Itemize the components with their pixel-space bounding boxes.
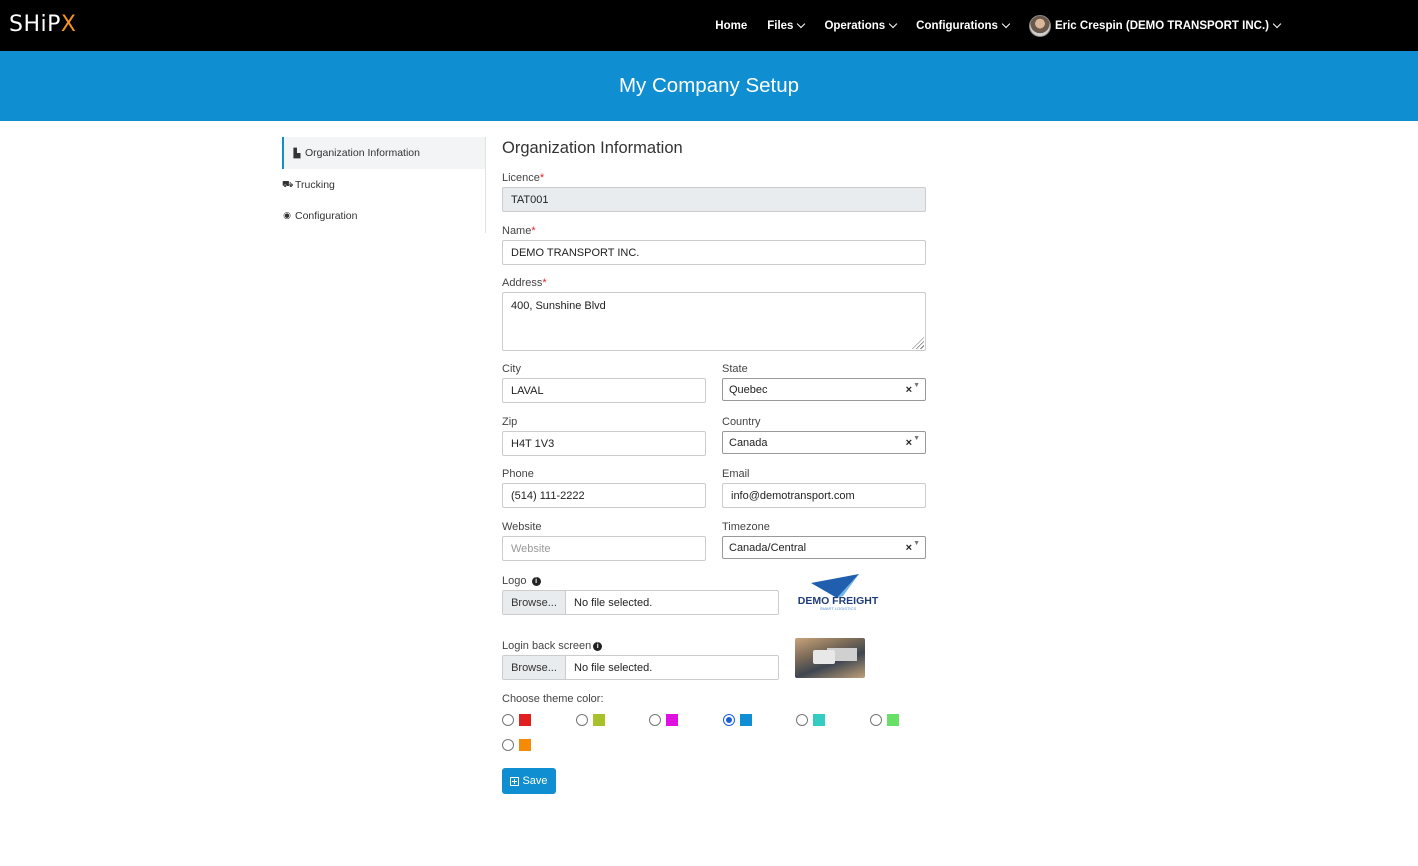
theme-color-radio[interactable] — [722, 714, 735, 726]
login-back-file-input[interactable]: Browse... No file selected. — [502, 655, 779, 680]
country-select[interactable]: Canada × ▼ — [722, 431, 926, 454]
clear-icon[interactable]: × — [906, 437, 912, 449]
timezone-label: Timezone — [722, 521, 770, 533]
theme-color-option[interactable] — [502, 714, 531, 726]
nav-files[interactable]: Files — [767, 19, 806, 32]
address-label: Address* — [502, 277, 547, 289]
theme-color-swatch — [666, 714, 678, 726]
theme-color-swatch — [592, 714, 605, 726]
timezone-select[interactable]: Canada/Central × ▼ — [722, 536, 926, 559]
chevron-down-icon: ▼ — [913, 382, 920, 389]
state-select[interactable]: Quebec × ▼ — [722, 378, 926, 401]
theme-color-swatch — [813, 714, 825, 726]
building-icon: ▙ — [293, 147, 301, 158]
licence-field[interactable]: TAT001 — [502, 187, 926, 212]
website-label: Website — [502, 521, 542, 533]
zip-field[interactable]: H4T 1V3 — [502, 431, 706, 456]
sidebar-item-trucking[interactable]: ⛟ Trucking — [282, 169, 485, 200]
theme-color-radio[interactable] — [502, 739, 514, 751]
info-icon[interactable]: i — [593, 642, 603, 651]
website-field[interactable]: Website — [502, 536, 706, 561]
logo-browse-button[interactable]: Browse... — [503, 591, 566, 614]
login-background-preview — [795, 638, 865, 678]
page-title: My Company Setup — [618, 74, 800, 97]
brand-logo[interactable]: SHiPX — [9, 12, 76, 37]
company-logo-preview: DEMO FREIGHT SMART LOGISTICS — [798, 574, 879, 611]
nav-configurations[interactable]: Configurations — [916, 19, 1011, 32]
logo-label: Logo i — [502, 575, 541, 587]
form-title: Organization Information — [502, 139, 683, 157]
theme-color-radio[interactable] — [869, 714, 882, 726]
theme-color-radio[interactable] — [502, 714, 514, 726]
chevron-down-icon: ▼ — [913, 540, 920, 547]
nav-home[interactable]: Home — [715, 20, 747, 32]
sidebar-item-organization-information[interactable]: ▙ Organization Information — [282, 137, 485, 169]
theme-color-option[interactable] — [869, 714, 899, 726]
resize-handle-icon[interactable] — [912, 337, 924, 349]
theme-color-option[interactable] — [796, 714, 825, 726]
theme-color-label: Choose theme color: — [502, 693, 604, 705]
phone-field[interactable]: (514) 111-2222 — [502, 483, 706, 508]
nav-operations[interactable]: Operations — [824, 19, 898, 32]
chevron-down-icon — [1272, 19, 1282, 28]
login-back-screen-label: Login back screen i — [502, 640, 603, 652]
top-navbar: SHiPX Home Files Operations Configuratio… — [0, 0, 1418, 51]
state-label: State — [722, 363, 748, 375]
logo-file-input[interactable]: Browse... No file selected. — [502, 590, 779, 615]
save-button[interactable]: Save — [502, 768, 556, 794]
theme-color-option[interactable] — [502, 739, 531, 751]
organization-form: Organization Information Licence* TAT001… — [502, 137, 926, 794]
theme-color-swatch — [886, 714, 899, 726]
name-field[interactable]: DEMO TRANSPORT INC. — [502, 240, 926, 265]
avatar — [1028, 14, 1051, 37]
login-back-browse-button[interactable]: Browse... — [503, 656, 566, 679]
nav-menu: Home Files Operations Configurations Eri… — [695, 0, 1282, 51]
globe-icon: ◉ — [283, 210, 291, 220]
user-menu[interactable]: Eric Crespin (DEMO TRANSPORT INC.) — [1028, 14, 1282, 37]
settings-sidebar: ▙ Organization Information ⛟ Trucking ◉ … — [282, 137, 486, 233]
logo-file-name: No file selected. — [574, 596, 653, 609]
svg-text:SMART LOGISTICS: SMART LOGISTICS — [820, 606, 857, 611]
save-icon — [510, 776, 520, 786]
theme-color-radio[interactable] — [649, 714, 661, 726]
sidebar-item-configuration[interactable]: ◉ Configuration — [282, 200, 485, 231]
address-field[interactable]: 400, Sunshine Blvd — [502, 292, 926, 351]
theme-color-swatch — [739, 714, 752, 726]
theme-color-option[interactable] — [722, 714, 752, 726]
chevron-down-icon — [1001, 19, 1011, 28]
licence-label: Licence* — [502, 172, 545, 184]
theme-color-option[interactable] — [575, 714, 605, 726]
clear-icon[interactable]: × — [906, 542, 912, 554]
city-label: City — [502, 363, 521, 375]
theme-color-radio[interactable] — [796, 714, 808, 726]
login-back-file-name: No file selected. — [574, 661, 653, 674]
clear-icon[interactable]: × — [906, 384, 912, 396]
page-header: My Company Setup — [0, 51, 1418, 121]
chevron-down-icon — [888, 19, 898, 28]
phone-label: Phone — [502, 468, 534, 480]
theme-color-swatch — [519, 714, 531, 726]
chevron-down-icon — [797, 19, 806, 28]
zip-label: Zip — [502, 416, 518, 428]
country-label: Country — [722, 416, 761, 428]
info-icon[interactable]: i — [531, 577, 541, 586]
theme-color-option[interactable] — [649, 714, 678, 726]
theme-color-swatch — [519, 739, 531, 751]
chevron-down-icon: ▼ — [913, 435, 920, 442]
email-label: Email — [722, 468, 750, 480]
truck-icon: ⛟ — [282, 178, 294, 189]
email-field[interactable]: info@demotransport.com — [722, 483, 926, 508]
name-label: Name* — [502, 225, 536, 237]
theme-color-radio[interactable] — [575, 714, 588, 726]
city-field[interactable]: LAVAL — [502, 378, 706, 403]
